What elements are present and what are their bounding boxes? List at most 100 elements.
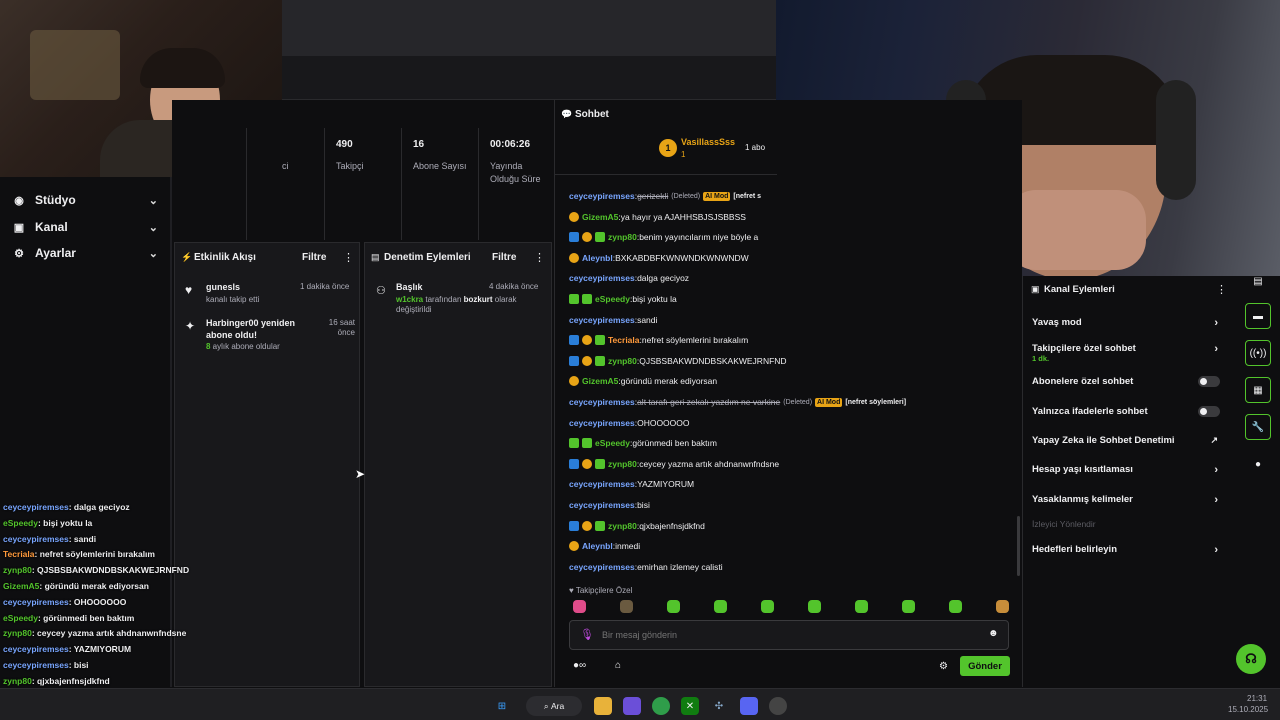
pinned-user[interactable]: VasillassSss	[681, 137, 735, 147]
store-icon[interactable]: ⌂	[615, 660, 621, 671]
gear-icon: ⚙	[14, 247, 24, 260]
emote-icon[interactable]	[761, 600, 774, 613]
chat-input-box[interactable]: 🎙 ☻	[569, 620, 1009, 650]
action-item[interactable]: Hesap yaşı kısıtlaması ›	[1032, 464, 1228, 476]
overlay-username: ceyceypiremses	[3, 660, 69, 670]
xbox-icon[interactable]: ✕	[681, 697, 699, 715]
emoji-icon[interactable]: ☻	[988, 628, 999, 639]
action-item[interactable]: Abonelere özel sohbet	[1032, 376, 1228, 387]
chat-username[interactable]: eSpeedy	[595, 438, 630, 448]
discord-icon[interactable]	[740, 697, 758, 715]
search-button[interactable]: ⌕ Ara	[526, 696, 582, 716]
overlay-text: : görünmedi ben baktım	[37, 612, 135, 623]
chat-message: ceyceypiremses: YAZMIYORUM	[569, 477, 694, 491]
chat-username[interactable]: zynp80	[608, 232, 637, 242]
settings-app-icon[interactable]: ✣	[710, 697, 728, 715]
chat-username[interactable]: eSpeedy	[595, 294, 630, 304]
more-options-icon[interactable]: ⋮	[534, 251, 545, 264]
toggle-switch[interactable]	[1198, 406, 1220, 417]
action-item[interactable]: Yasaklanmış kelimeler ›	[1032, 494, 1228, 506]
wrench-icon[interactable]: 🔧	[1245, 414, 1271, 440]
nav-item-studio[interactable]: ◉ Stüdyo ⌄	[0, 187, 172, 213]
action-item[interactable]: Yapay Zeka ile Sohbet Denetimi ↗	[1032, 435, 1228, 446]
browser-icon[interactable]	[652, 697, 670, 715]
emote-icon[interactable]	[808, 600, 821, 613]
clipboard-icon[interactable]: ▤	[1245, 268, 1271, 294]
emote-icon[interactable]	[573, 600, 586, 613]
obs-icon[interactable]	[769, 697, 787, 715]
chat-username[interactable]: Aleynbl	[582, 541, 613, 551]
chat-username[interactable]: GizemA5	[582, 212, 618, 222]
more-options-icon[interactable]: ⋮	[343, 251, 354, 264]
app-icon[interactable]	[623, 697, 641, 715]
broadcast-icon[interactable]: ((•))	[1245, 340, 1271, 366]
gold-badge-icon	[569, 211, 579, 222]
overlay-message: ceyceypiremses: bisi	[3, 658, 89, 672]
emote-icon[interactable]	[714, 600, 727, 613]
chevron-down-icon: ⌄	[148, 221, 158, 234]
microphone-icon[interactable]: 🎙	[580, 628, 594, 641]
action-item[interactable]: Yalnızca ifadelerle sohbet	[1032, 406, 1228, 417]
stat-subscribers: 16 Abone Sayısı	[401, 128, 479, 240]
chat-username[interactable]: ceyceypiremses	[569, 191, 635, 201]
followers-only-text: Takipçilere Özel	[575, 586, 633, 595]
emote-icon[interactable]	[855, 600, 868, 613]
chat-username[interactable]: ceyceypiremses	[569, 500, 635, 510]
chat-username[interactable]: ceyceypiremses	[569, 562, 635, 572]
emote-icon[interactable]	[667, 600, 680, 613]
gear-icon[interactable]: ⚙	[939, 661, 948, 672]
gold-badge-icon	[582, 335, 592, 346]
emote-icon[interactable]	[949, 600, 962, 613]
chat-message: Aleynbl: inmedi	[569, 539, 640, 553]
chat-username[interactable]: GizemA5	[582, 376, 618, 386]
event-name: Harbinger00 yeniden abone oldu!	[206, 318, 296, 340]
folder-icon[interactable]	[594, 697, 612, 715]
overlay-username: ceyceypiremses	[3, 533, 69, 544]
chat-bubble-icon[interactable]: ▬	[1245, 303, 1271, 329]
action-item[interactable]: Yavaş mod ›	[1032, 317, 1228, 329]
chat-text: bişi yoktu la	[632, 294, 677, 304]
overlay-username: eSpeedy	[3, 612, 38, 623]
emote-icon[interactable]	[620, 600, 633, 613]
emote-icon[interactable]	[902, 600, 915, 613]
chat-username[interactable]: zynp80	[608, 356, 637, 366]
action-item[interactable]: Takipçilere özel sohbet 1 dk. ›	[1032, 343, 1228, 364]
green-badge-icon	[595, 355, 605, 366]
toggle-switch[interactable]	[1198, 376, 1220, 387]
emote-icon[interactable]	[996, 600, 1009, 613]
points-icon[interactable]: ●∞	[573, 660, 586, 671]
points-icon[interactable]: ●	[1245, 451, 1271, 477]
gold-badge-icon	[582, 520, 592, 531]
support-icon[interactable]: ☊	[1236, 644, 1266, 674]
chat-username[interactable]: ceyceypiremses	[569, 479, 635, 489]
chat-text: dalga geciyoz	[637, 273, 690, 284]
chat-message: Aleynbl: BXKABDBFKWNWNDKWNWNDW	[569, 251, 749, 265]
gold-badge-icon	[582, 458, 592, 469]
chat-username[interactable]: Aleynbl	[582, 253, 613, 263]
event-sub: 8 aylık abone oldular	[206, 342, 280, 351]
chat-username[interactable]: ceyceypiremses	[569, 273, 635, 283]
event-time: 16 saat önce	[328, 318, 355, 337]
more-options-icon[interactable]: ⋮	[1216, 283, 1227, 296]
chat-username[interactable]: zynp80	[608, 521, 637, 531]
windows-start-icon[interactable]: ⊞	[493, 697, 511, 715]
action-item[interactable]: Hedefleri belirleyin ›	[1032, 544, 1228, 556]
panel-title: Kanal Eylemleri	[1044, 284, 1115, 295]
layout-icon[interactable]: ▦	[1245, 377, 1271, 403]
overlay-username: Tecriala	[3, 549, 35, 560]
send-button[interactable]: Gönder	[960, 656, 1010, 676]
chat-input[interactable]	[602, 627, 962, 643]
filter-button[interactable]: Filtre	[492, 252, 516, 263]
chat-text: emirhan izlemey calisti	[637, 561, 723, 572]
chat-username[interactable]: Tecriala	[608, 335, 640, 345]
chat-username[interactable]: ceyceypiremses	[569, 418, 635, 428]
action-label: Hedefleri belirleyin	[1032, 544, 1118, 555]
chat-username[interactable]: zynp80	[608, 459, 637, 469]
filter-button[interactable]: Filtre	[302, 252, 326, 263]
blue-badge-icon	[569, 520, 579, 531]
chat-username[interactable]: ceyceypiremses	[569, 397, 635, 407]
scrollbar[interactable]	[1017, 516, 1020, 576]
nav-item-channel[interactable]: ▣ Kanal ⌄	[0, 214, 172, 240]
nav-item-settings[interactable]: ⚙ Ayarlar ⌄	[0, 240, 172, 266]
chat-username[interactable]: ceyceypiremses	[569, 315, 635, 325]
